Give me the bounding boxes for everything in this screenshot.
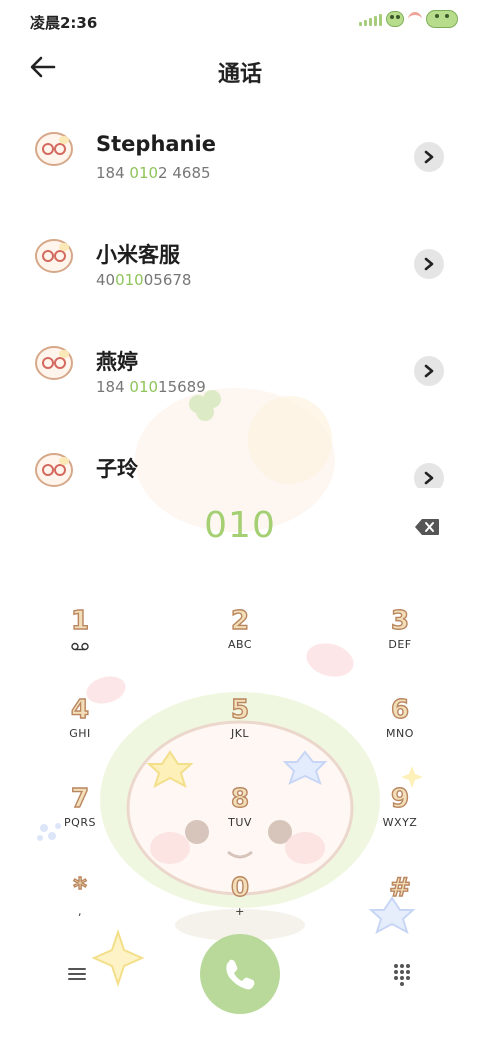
contact-number: 4001005678 [96,271,192,289]
key-4[interactable]: 4 GHI [25,694,135,773]
contact-detail-button[interactable] [414,249,444,279]
phone-icon [226,959,255,990]
contact-name: 燕婷 [96,350,138,374]
key-1[interactable]: 1 [25,605,135,684]
backspace-button[interactable] [414,518,440,536]
header: 通话 [0,44,480,96]
contact-row[interactable]: 燕婷 184 01015689 [0,320,480,412]
key-letters: GHI [69,727,91,740]
chevron-right-icon [424,364,434,378]
key-7[interactable]: 7 PQRS [25,783,135,862]
key-letters: DEF [388,638,412,651]
key-letters: WXYZ [382,816,418,829]
key-9[interactable]: 9 WXYZ [345,783,455,862]
chevron-right-icon [424,150,434,164]
avatar [35,239,73,273]
key-8[interactable]: 8 TUV [185,783,295,862]
key-digit: 8 [230,783,250,814]
key-star[interactable]: * , [25,872,135,951]
key-2[interactable]: 2 ABC [185,605,295,684]
page-title: 通话 [217,62,262,87]
call-button[interactable] [200,934,280,1014]
avatar [35,453,73,487]
key-letters: TUV [228,816,252,829]
key-letters: PQRS [64,816,96,829]
chevron-right-icon [424,257,434,271]
contact-row[interactable]: Stephanie 184 0102 4685 [0,106,480,198]
signal-icon [359,12,382,26]
contact-name: 子玲 [96,457,138,481]
voicemail-icon [71,642,89,651]
contact-list: Stephanie 184 0102 4685 小米客服 4001005678 … [0,106,480,488]
key-digit: # [388,872,411,903]
status-icons [359,10,458,28]
key-letters: , [78,905,82,918]
menu-button[interactable] [66,964,90,986]
dialpad-toggle-button[interactable] [392,962,414,986]
avatar [35,346,73,380]
contact-name: Stephanie [96,132,216,156]
backspace-icon [415,519,439,535]
status-bar: 凌晨2:36 [0,0,480,40]
key-digit: 2 [230,605,250,636]
key-digit: 3 [390,605,410,636]
key-digit: 7 [70,783,90,814]
contact-name: 小米客服 [96,243,180,267]
key-digit: 6 [390,694,410,725]
frog-icon [386,11,404,27]
key-3[interactable]: 3 DEF [345,605,455,684]
battery-icon [426,10,458,28]
key-letters: ABC [227,638,253,651]
key-5[interactable]: 5 JKL [185,694,295,773]
status-time: 凌晨2:36 [30,14,98,32]
contact-detail-button[interactable] [414,356,444,386]
dialed-number: 010 [204,505,276,546]
contact-number: 184 01015689 [96,378,206,396]
key-digit: 1 [70,605,90,636]
avatar [35,132,73,166]
key-digit: 4 [70,694,90,725]
key-digit: 5 [230,694,250,725]
key-letters: MNO [386,727,414,740]
contact-row[interactable]: 小米客服 4001005678 [0,213,480,305]
contact-number: 184 0102 4685 [96,164,211,182]
contact-detail-button[interactable] [414,142,444,172]
key-letters: JKL [230,727,250,740]
menu-icon [68,968,86,980]
key-hash[interactable]: # [345,872,455,951]
key-letters: + [235,905,245,918]
wifi-icon [408,11,422,27]
key-digit: 0 [230,872,250,903]
key-digit: * [72,872,87,903]
dialpad-icon [394,964,410,986]
contact-row[interactable]: 子玲 [0,427,480,488]
contact-detail-button[interactable] [414,463,444,488]
chevron-right-icon [424,471,434,485]
key-digit: 9 [390,783,410,814]
key-6[interactable]: 6 MNO [345,694,455,773]
